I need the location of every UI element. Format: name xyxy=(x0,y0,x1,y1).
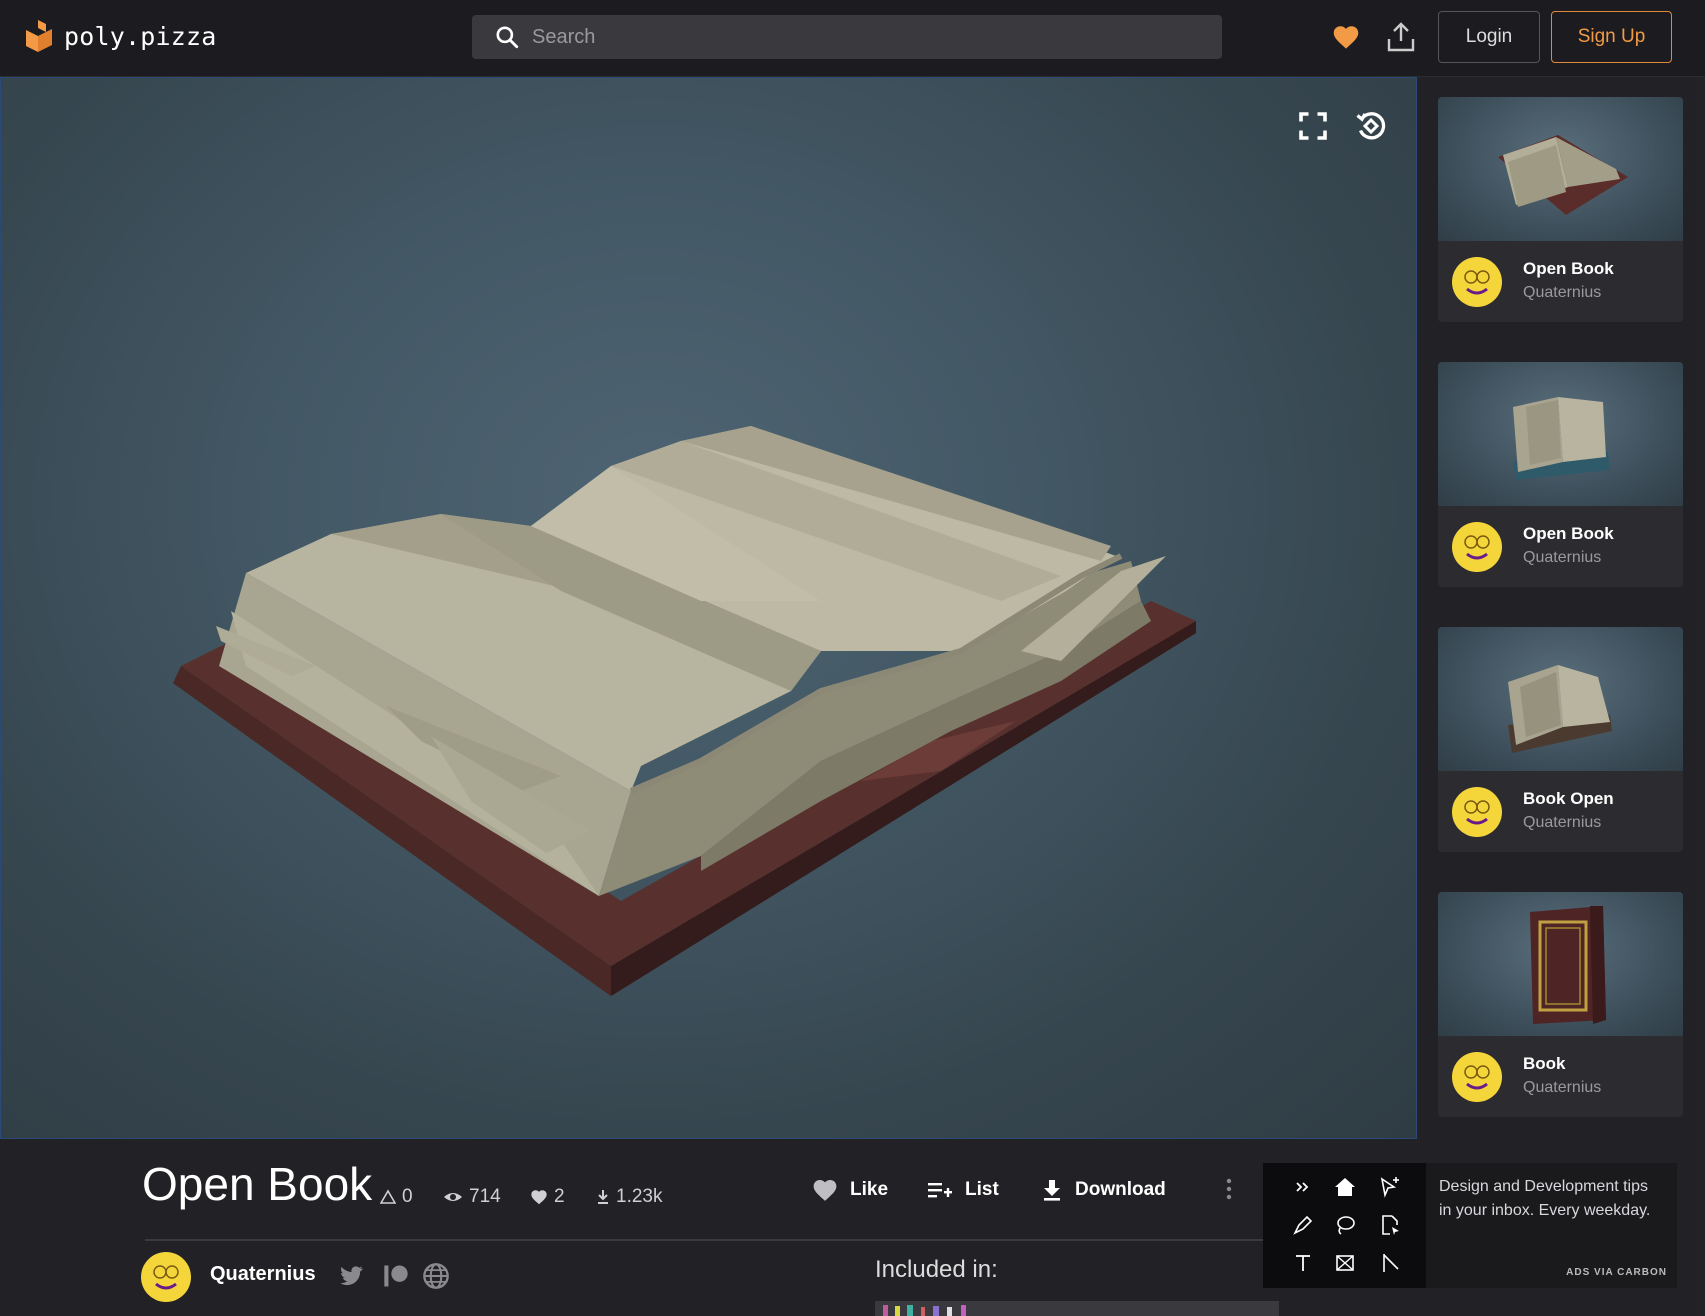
lasso-icon xyxy=(1337,1216,1355,1235)
card-author: Quaternius xyxy=(1523,284,1602,301)
like-count-value: 2 xyxy=(554,1186,565,1207)
search-icon xyxy=(496,26,519,49)
document-cursor-icon xyxy=(1382,1215,1399,1235)
model-thumbnail xyxy=(1438,892,1683,1036)
card-title: Open Book xyxy=(1523,259,1614,278)
globe-icon[interactable] xyxy=(422,1262,450,1290)
collection-thumbnail[interactable] xyxy=(875,1301,1279,1316)
download-label: Download xyxy=(1075,1179,1166,1200)
author-avatar xyxy=(1452,1052,1502,1102)
add-to-list-button[interactable]: List xyxy=(927,1172,999,1208)
frame-tool-icon xyxy=(1336,1255,1354,1271)
carbon-ad[interactable]: Design and Development tips in your inbo… xyxy=(1263,1163,1677,1288)
related-model-card[interactable]: Book Open Quaternius xyxy=(1438,627,1683,852)
download-button[interactable]: Download xyxy=(1041,1172,1166,1208)
3d-model-viewer[interactable] xyxy=(0,77,1417,1139)
model-thumbnail xyxy=(1438,627,1683,771)
download-icon xyxy=(1044,1180,1060,1201)
triangle-count-value: 0 xyxy=(402,1186,413,1207)
site-logo[interactable]: poly.pizza xyxy=(24,18,217,54)
card-author: Quaternius xyxy=(1523,1079,1602,1096)
fullscreen-icon[interactable] xyxy=(1295,108,1331,144)
author-avatar xyxy=(1452,787,1502,837)
related-model-card[interactable]: Open Book Quaternius xyxy=(1438,97,1683,322)
eye-icon xyxy=(444,1193,462,1201)
download-count: 1.23k xyxy=(596,1186,662,1208)
card-title: Book Open xyxy=(1523,789,1614,808)
heart-icon[interactable] xyxy=(1332,24,1360,50)
heart-icon xyxy=(813,1180,837,1201)
related-model-card[interactable]: Open Book Quaternius xyxy=(1438,362,1683,587)
triangle-icon xyxy=(380,1189,396,1204)
view-count: 714 xyxy=(443,1186,501,1208)
like-label: Like xyxy=(850,1179,889,1200)
model-title: Open Book xyxy=(142,1158,373,1210)
ad-image[interactable] xyxy=(1263,1163,1426,1288)
search-bar[interactable] xyxy=(472,15,1222,59)
author-name[interactable]: Quaternius xyxy=(210,1263,316,1286)
card-title: Book xyxy=(1523,1054,1566,1073)
download-count-value: 1.23k xyxy=(616,1186,663,1207)
text-tool-icon xyxy=(1296,1255,1310,1271)
model-thumbnail xyxy=(1438,97,1683,241)
view-count-value: 714 xyxy=(469,1186,501,1207)
ad-attribution[interactable]: ADS VIA CARBON xyxy=(1566,1267,1667,1278)
author-avatar[interactable] xyxy=(141,1252,191,1302)
triangle-count: 0 xyxy=(380,1186,413,1208)
signup-button[interactable]: Sign Up xyxy=(1551,11,1672,63)
search-input[interactable] xyxy=(532,25,1192,49)
patreon-icon[interactable] xyxy=(382,1262,410,1290)
login-button[interactable]: Login xyxy=(1438,11,1540,63)
top-navbar: poly.pizza Login Sign Up xyxy=(0,0,1705,77)
more-options-icon[interactable] xyxy=(1222,1176,1236,1202)
upload-icon[interactable] xyxy=(1386,21,1416,53)
pizza-logo-icon xyxy=(26,20,52,52)
included-in-heading: Included in: xyxy=(875,1256,998,1283)
author-avatar xyxy=(1452,257,1502,307)
open-book-model xyxy=(173,426,1196,996)
chevron-right-double-icon xyxy=(1296,1182,1309,1192)
card-author: Quaternius xyxy=(1523,814,1602,831)
logo-text: poly.pizza xyxy=(64,21,217,51)
like-button[interactable]: Like xyxy=(812,1172,888,1208)
author-avatar xyxy=(1452,522,1502,572)
related-model-card[interactable]: Book Quaternius xyxy=(1438,892,1683,1117)
pen-icon xyxy=(1293,1215,1313,1235)
angle-tool-icon xyxy=(1383,1254,1399,1272)
twitter-icon[interactable] xyxy=(337,1262,365,1290)
card-author: Quaternius xyxy=(1523,549,1602,566)
download-icon xyxy=(598,1190,608,1204)
home-icon xyxy=(1335,1178,1355,1196)
list-label: List xyxy=(965,1179,999,1200)
scrollbar[interactable] xyxy=(1695,77,1705,1316)
playlist-add-icon xyxy=(928,1183,952,1198)
card-title: Open Book xyxy=(1523,524,1614,543)
like-count: 2 xyxy=(530,1186,565,1208)
heart-icon xyxy=(531,1190,547,1205)
ad-text[interactable]: Design and Development tips in your inbo… xyxy=(1439,1175,1659,1223)
model-thumbnail xyxy=(1438,362,1683,506)
rotate-reset-icon[interactable] xyxy=(1353,108,1389,144)
divider xyxy=(145,1239,1263,1241)
cursor-plus-icon xyxy=(1380,1177,1399,1198)
